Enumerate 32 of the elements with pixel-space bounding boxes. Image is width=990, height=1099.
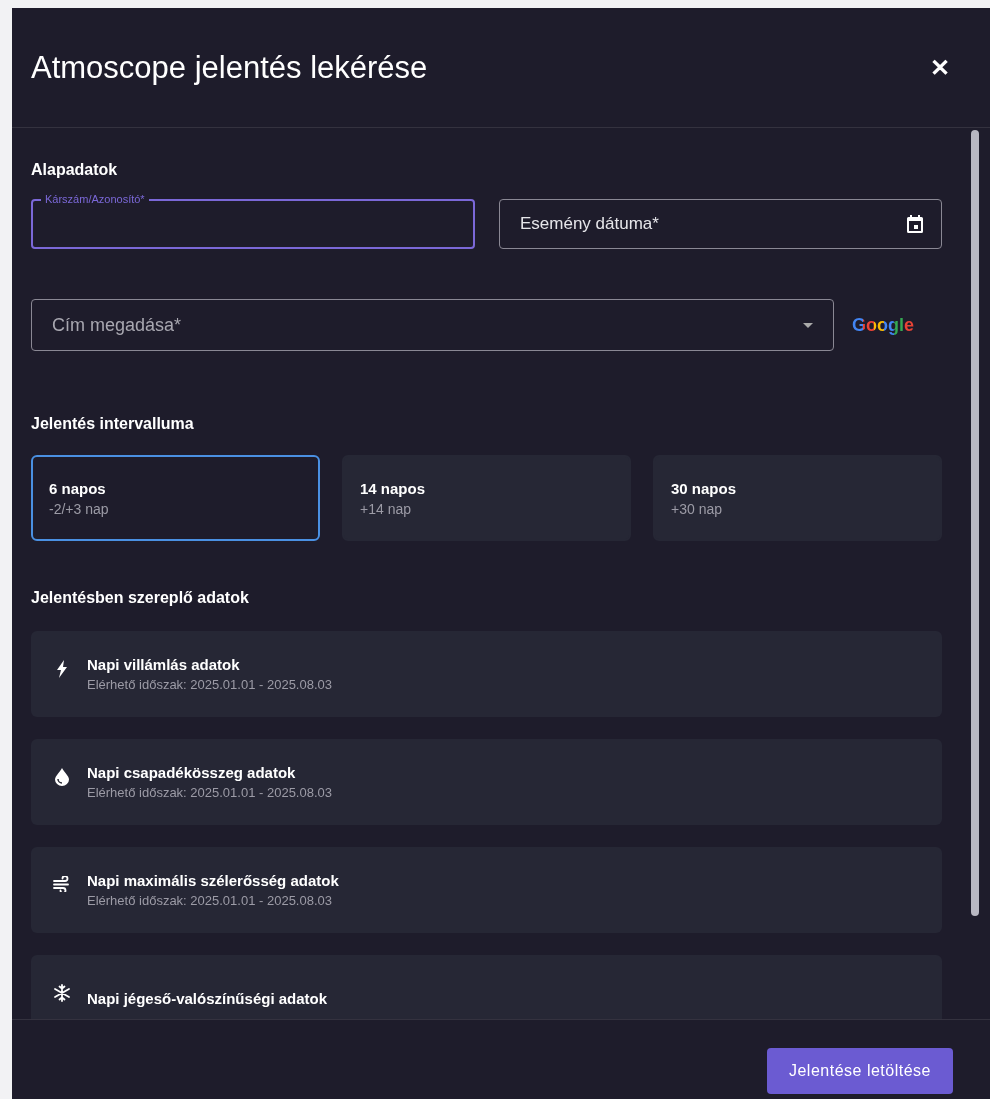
scrollbar-thumb[interactable] xyxy=(971,130,979,916)
dataset-card[interactable]: Napi villámlás adatok Elérhető időszak: 2025.01.01 - 2025.08.03 xyxy=(31,631,942,717)
dataset-card[interactable]: Napi jégeső-valószínűségi adatok xyxy=(31,955,942,1019)
dataset-card[interactable]: Napi csapadékösszeg adatok Elérhető időszak: 2025.01.01 - 2025.08.03 xyxy=(31,739,942,825)
dataset-title: Napi villámlás adatok xyxy=(87,656,241,673)
field-label: Esemény dátuma* xyxy=(520,214,659,234)
dataset-title: Napi jégeső-valószínűségi adatok xyxy=(87,989,328,1007)
availability-text: Elérhető időszak: 2025.01.01 - 2025.08.03 xyxy=(87,893,333,908)
field-placeholder: Cím megadása* xyxy=(52,314,182,336)
dataset-card[interactable]: Napi maximális szélerősség adatok Elérhető időszak: 2025.01.01 - 2025.08.03 xyxy=(31,847,942,933)
availability-text: Elérhető időszak: 2025.01.01 - 2025.08.03 xyxy=(87,677,332,692)
field-label: Kárszám/Azonosító* xyxy=(41,193,149,205)
dropdown-caret-icon[interactable] xyxy=(803,322,813,328)
lightning-icon xyxy=(57,660,67,678)
interval-option[interactable]: 14 napos +14 nap xyxy=(342,455,631,541)
snowflake-icon xyxy=(53,984,71,1002)
section-heading: Jelentés intervalluma xyxy=(31,415,195,433)
interval-option[interactable]: 6 napos -2/+3 nap xyxy=(31,455,320,541)
address-field[interactable]: Cím megadása* xyxy=(31,299,834,351)
availability-text: Elérhető időszak: 2025.01.01 - 2025.08.03 xyxy=(87,785,332,800)
section-heading: Jelentésben szereplő adatok xyxy=(31,589,250,607)
close-button[interactable]: ✕ xyxy=(930,53,950,82)
dataset-title: Napi csapadékösszeg adatok xyxy=(87,764,297,781)
download-report-button[interactable]: Jelentése letöltése xyxy=(766,1048,953,1094)
dialog-title: Atmoscope jelentés lekérése xyxy=(31,49,428,86)
calendar-icon[interactable] xyxy=(907,215,923,233)
wind-icon xyxy=(53,876,71,892)
water-drop-icon xyxy=(55,768,69,786)
event-date-field[interactable]: Esemény dátuma* xyxy=(499,199,942,249)
section-heading: Alapadatok xyxy=(31,161,119,179)
interval-option[interactable]: 30 napos +30 nap xyxy=(653,455,942,541)
dataset-title: Napi maximális szélerősség adatok xyxy=(87,872,339,889)
